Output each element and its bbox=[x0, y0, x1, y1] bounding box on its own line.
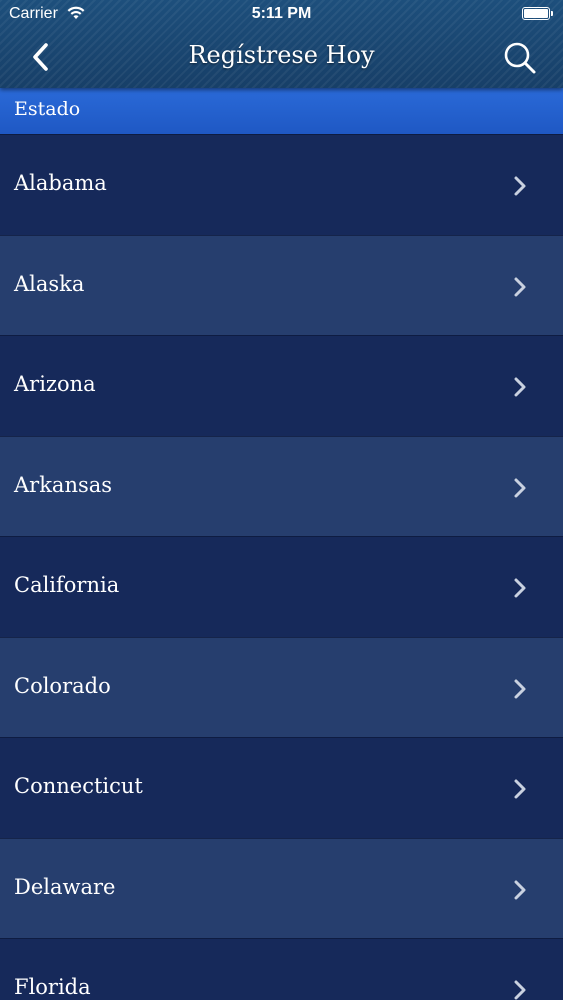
list-item-delaware[interactable]: Delaware bbox=[0, 837, 563, 938]
chevron-right-icon bbox=[514, 277, 526, 296]
chevron-right-icon bbox=[514, 176, 526, 196]
chevron-right-icon bbox=[514, 779, 526, 799]
list-item-label: Connecticut bbox=[14, 774, 143, 798]
list-item-label: Alabama bbox=[14, 171, 107, 195]
list-item-california[interactable]: California bbox=[0, 536, 563, 637]
state-list: Alabama Alaska Arizona Arkansas Californ… bbox=[0, 134, 563, 1000]
chevron-right-icon bbox=[514, 980, 526, 1000]
list-item-label: Delaware bbox=[14, 874, 116, 899]
list-item-arkansas[interactable]: Arkansas bbox=[0, 435, 563, 536]
search-button[interactable] bbox=[500, 38, 540, 78]
list-item-arizona[interactable]: Arizona bbox=[0, 335, 563, 436]
list-item-label: Arizona bbox=[14, 372, 96, 396]
battery-icon bbox=[522, 7, 553, 20]
list-item-alaska[interactable]: Alaska bbox=[0, 234, 563, 335]
search-icon bbox=[504, 42, 536, 74]
page-title: Regístrese Hoy bbox=[188, 41, 375, 69]
list-item-florida[interactable]: Florida bbox=[0, 938, 563, 1000]
list-item-label: California bbox=[14, 573, 120, 597]
list-item-label: Alaska bbox=[14, 271, 85, 296]
list-item-label: Florida bbox=[14, 975, 91, 999]
list-item-connecticut[interactable]: Connecticut bbox=[0, 737, 563, 838]
list-item-label: Arkansas bbox=[14, 472, 113, 497]
header: Carrier 5:11 PM Regístrese Hoy bbox=[0, 0, 563, 88]
list-item-colorado[interactable]: Colorado bbox=[0, 636, 563, 737]
chevron-right-icon bbox=[514, 377, 526, 397]
status-time: 5:11 PM bbox=[251, 5, 312, 22]
section-header-estado: Estado bbox=[0, 88, 563, 134]
status-bar: Carrier 5:11 PM bbox=[0, 0, 563, 30]
app-screen: Carrier 5:11 PM Regístrese Hoy Estado Al… bbox=[0, 0, 563, 1000]
chevron-right-icon bbox=[514, 578, 526, 598]
list-item-alabama[interactable]: Alabama bbox=[0, 134, 563, 235]
chevron-right-icon bbox=[514, 478, 526, 497]
chevron-right-icon bbox=[514, 880, 526, 899]
list-item-label: Colorado bbox=[14, 673, 111, 698]
chevron-right-icon bbox=[514, 679, 526, 698]
nav-bar: Regístrese Hoy bbox=[0, 30, 563, 88]
